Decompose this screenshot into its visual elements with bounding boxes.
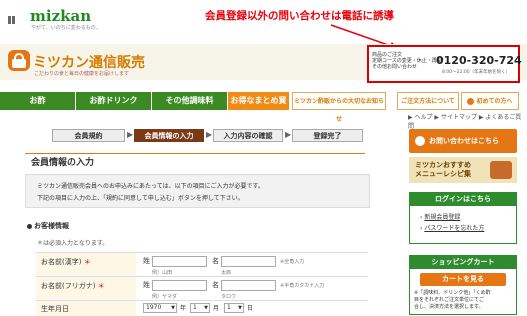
brand-tagline: やがて、いのちに変わるもの。 <box>31 25 101 31</box>
nav-tab-bulk-buy[interactable]: お得なまとめ買い <box>228 92 290 123</box>
required-note: ＊は必須入力となります。 <box>37 240 109 247</box>
cart-note: ※「調味料、ドリンク他」「くめ酢 目をそれぞれご注文単位にてご 合し、決済方法を… <box>414 290 491 310</box>
recipe-title-2: メニューレシピ集 <box>415 170 471 178</box>
required-mark: ＊ <box>83 258 91 266</box>
required-mark: ＊ <box>97 282 105 290</box>
step-arrow-icon: ▶ <box>127 130 134 139</box>
name-hint-fullwidth: ※全角入力 <box>280 259 305 265</box>
month-suffix: 月 <box>213 305 220 312</box>
chevron-down-icon: ▼ <box>171 305 175 311</box>
birth-label: 生年月日 <box>41 305 69 313</box>
nav-first-time[interactable]: 初めての方へ <box>461 92 519 110</box>
step-terms: 会員規約 <box>52 129 125 142</box>
birth-month-select[interactable]: 1 ▼ <box>190 303 210 313</box>
sei-label: 姓 <box>143 257 150 265</box>
mei-label: 名 <box>212 281 219 289</box>
chevron-down-icon: ▼ <box>204 305 208 311</box>
birth-row: 生年月日 1970 ▼ 年 1 ▼ 月 1 ▼ 日 <box>36 300 368 316</box>
phone-hours: 8:00〜22:00（年末年始を除く） <box>442 70 511 75</box>
intro-box <box>25 174 370 208</box>
chevron-down-icon: ▼ <box>238 305 242 311</box>
shop-title[interactable]: ミツカン通信販売 <box>33 52 145 72</box>
intro-line-2: 下記の項目に入力の上、「規約に同意して申し込む」ボタンを押して下さい。 <box>37 195 244 202</box>
mizkan-logo[interactable]: mizkan <box>30 7 91 25</box>
mei-label: 名 <box>212 257 219 265</box>
nav-tab-vinegar-drink[interactable]: お酢ドリンク <box>76 92 152 110</box>
contact-button[interactable]: お問い合わせはこちら <box>409 129 517 153</box>
section-title: お客様情報 <box>27 221 69 231</box>
bullet-icon <box>27 223 32 229</box>
first-name-kana-input[interactable] <box>221 280 276 291</box>
kana-hint-example-2: タロウ <box>221 294 237 300</box>
phone-captions: 商品のご注文 定期コースの変更・休止・再開 その他お問い合わせ <box>372 52 442 70</box>
nav-tab-vinegar[interactable]: お酢 <box>0 92 76 110</box>
birth-day-select[interactable]: 1 ▼ <box>224 303 244 313</box>
recipe-photo <box>490 161 512 179</box>
form-title-underline <box>25 153 365 154</box>
help-links[interactable]: ▶ ヘルプ ▶ サイトマップ ▶ よくあるご質問 <box>408 112 527 130</box>
day-suffix: 日 <box>247 305 254 312</box>
annotation-text: 会員登録以外の問い合わせは電話に誘導 <box>205 10 394 22</box>
name-label: お名前(漢字) <box>41 258 82 266</box>
login-title: ログインはこちら <box>410 193 516 206</box>
kana-hint-halfwidth: ※半角カタカナ入力 <box>280 283 325 289</box>
step-confirm: 入力内容の確認 <box>213 129 283 142</box>
recipe-title-1: ミツカンおすすめ <box>415 161 471 169</box>
kana-label: お名前(フリガナ) <box>41 282 96 290</box>
menu-icon[interactable] <box>8 9 16 28</box>
last-name-kana-input[interactable] <box>152 280 207 291</box>
name-hint-example-1: 例）山田 <box>152 270 173 276</box>
nav-tab-other-seasoning[interactable]: その他調味料 <box>152 92 228 110</box>
step-arrow-icon: ▶ <box>285 130 292 139</box>
envelope-icon <box>415 136 425 146</box>
login-box: ログインはこちら › 新規会員登録 › パスワードを忘れた方 <box>409 192 517 244</box>
nav-tab-notice[interactable]: ミツカン酢販からの大切なお知らせ <box>292 92 386 123</box>
form-title: 会員情報の入力 <box>31 158 95 168</box>
birth-year-select[interactable]: 1970 ▼ <box>143 303 177 313</box>
register-link[interactable]: › 新規会員登録 <box>420 212 516 223</box>
shop-bag-icon <box>8 50 30 71</box>
home-icon <box>467 98 475 105</box>
name-hint-example-2: 太郎 <box>221 270 232 276</box>
year-suffix: 年 <box>180 305 187 312</box>
nav-order-method[interactable]: ご注文方法について <box>397 92 459 110</box>
shop-subtitle: こだわりの食と毎日の健康をお届けします <box>34 71 130 77</box>
step-arrow-icon: ▶ <box>206 130 213 139</box>
kana-row: お名前(フリガナ) ＊ 姓 名 ※半角カタカナ入力 例）ヤマダ タロウ <box>36 276 368 300</box>
phone-number[interactable]: 0120-320-724 <box>436 54 522 67</box>
step-complete: 登録完了 <box>292 129 363 142</box>
contact-button-label: お問い合わせはこちら <box>429 137 499 145</box>
name-row: お名前(漢字) ＊ 姓 名 ※全角入力 例）山田 太郎 <box>36 252 368 276</box>
cart-box: ショッピングカート カートを見る ※「調味料、ドリンク他」「くめ酢 目をそれぞれ… <box>409 255 517 315</box>
recipe-banner[interactable]: ミツカンおすすめ メニューレシピ集 <box>409 157 517 183</box>
first-name-input[interactable] <box>221 256 276 267</box>
view-cart-button[interactable]: カートを見る <box>420 273 506 286</box>
step-member-info: 会員情報の入力 <box>134 129 204 142</box>
forgot-password-link[interactable]: › パスワードを忘れた方 <box>420 223 516 234</box>
last-name-input[interactable] <box>152 256 207 267</box>
sei-label: 姓 <box>143 281 150 289</box>
intro-line-1: ミツカン通信販売会員へのお申込みにあたっては、以下の項目にご入力が必要です。 <box>37 183 264 190</box>
kana-hint-example-1: 例）ヤマダ <box>152 294 178 300</box>
cart-title: ショッピングカート <box>410 256 516 269</box>
